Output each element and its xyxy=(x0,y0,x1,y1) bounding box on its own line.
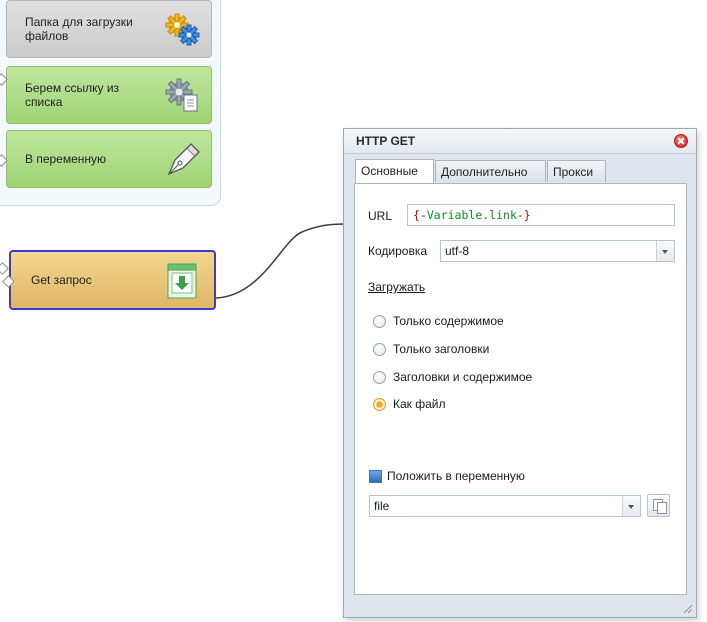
block-get-request[interactable]: Get запрос xyxy=(9,250,216,310)
block-label: Get запрос xyxy=(31,273,92,287)
encoding-label: Кодировка xyxy=(368,244,428,258)
http-get-dialog: HTTP GET Основные Дополнительно Прокси U… xyxy=(343,128,697,618)
block-download-folder[interactable]: Папка для загрузки файлов xyxy=(6,0,212,58)
gears-icon xyxy=(165,13,200,46)
chevron-down-icon[interactable] xyxy=(622,496,640,516)
download-page-icon xyxy=(167,263,197,299)
radio-label: Заголовки и содержимое xyxy=(393,370,533,384)
save-variable-icon[interactable] xyxy=(369,470,382,483)
dialog-titlebar[interactable]: HTTP GET xyxy=(344,129,696,154)
save-to-variable-label: Положить в переменную xyxy=(387,469,525,483)
copy-button[interactable] xyxy=(647,494,670,517)
load-mode-label: Загружать xyxy=(368,280,426,294)
radio-icon[interactable] xyxy=(373,315,386,328)
radio-label: Только заголовки xyxy=(393,342,490,356)
variable-select[interactable]: file xyxy=(369,495,641,517)
macro-close: -} xyxy=(516,208,531,222)
block-label: В переменную xyxy=(25,152,107,166)
block-to-variable[interactable]: В переменную xyxy=(6,130,212,188)
block-take-link-from-list[interactable]: Берем ссылку из списка xyxy=(6,66,212,124)
url-variable: Variable.link xyxy=(426,208,517,222)
tab-content-basic: URL {-Variable.link-} Кодировка utf-8 За… xyxy=(354,183,687,595)
dialog-title: HTTP GET xyxy=(356,134,416,148)
chevron-down-icon[interactable] xyxy=(656,241,674,261)
macro-open: {- xyxy=(413,208,427,222)
gear-document-icon xyxy=(165,78,198,112)
radio-selected-icon[interactable] xyxy=(373,398,386,411)
radio-label: Как файл xyxy=(393,397,446,411)
tab-basic[interactable]: Основные xyxy=(355,159,434,183)
close-icon[interactable] xyxy=(674,134,688,148)
radio-label: Только содержимое xyxy=(393,314,504,328)
variable-value: file xyxy=(374,499,390,513)
block-input-port[interactable] xyxy=(0,262,9,275)
encoding-select[interactable]: utf-8 xyxy=(440,240,675,262)
block-label: Берем ссылку из списка xyxy=(25,81,120,109)
tab-proxy[interactable]: Прокси xyxy=(547,160,606,182)
radio-icon[interactable] xyxy=(373,371,386,384)
tab-advanced[interactable]: Дополнительно xyxy=(435,160,546,182)
radio-icon[interactable] xyxy=(373,343,386,356)
url-input[interactable]: {-Variable.link-} xyxy=(407,204,675,226)
pen-nib-icon xyxy=(167,143,200,176)
resize-grip-icon[interactable] xyxy=(681,602,693,614)
block-label: Папка для загрузки файлов xyxy=(25,15,133,43)
encoding-value: utf-8 xyxy=(445,244,470,258)
url-label: URL xyxy=(368,209,393,223)
